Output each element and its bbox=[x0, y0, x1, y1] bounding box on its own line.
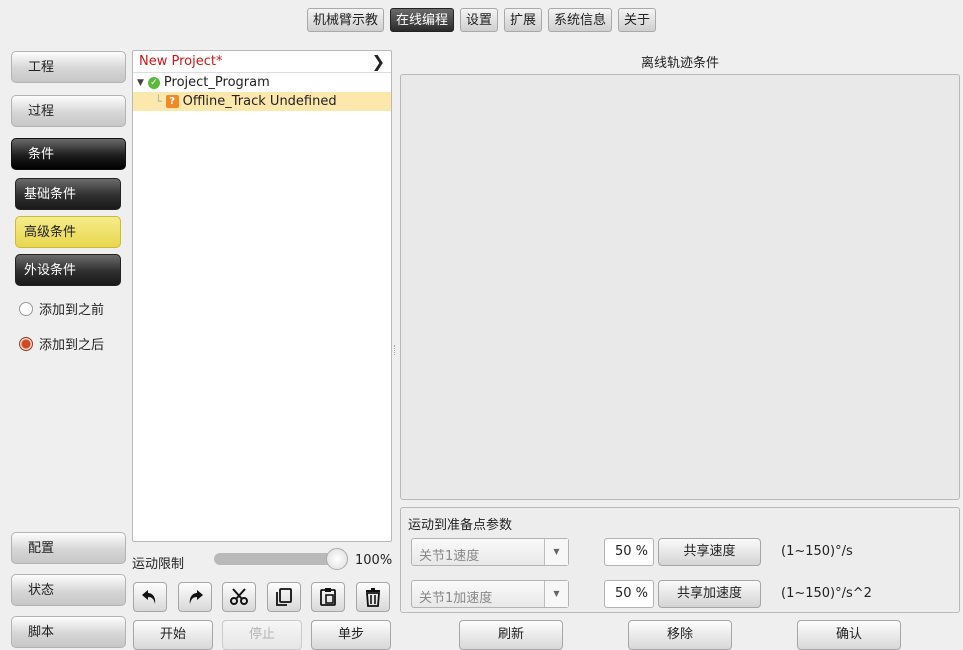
joint-accel-select-value: 关节1加速度 bbox=[419, 591, 493, 606]
step-button[interactable]: 单步 bbox=[311, 620, 391, 650]
peripheral-condition-button[interactable]: 外设条件 bbox=[15, 254, 121, 286]
advanced-condition-button[interactable]: 高级条件 bbox=[15, 216, 121, 248]
question-icon: ? bbox=[165, 95, 179, 108]
basic-condition-button[interactable]: 基础条件 bbox=[15, 178, 121, 210]
tree-node-child[interactable]: └ ? Offline_Track Undefined bbox=[133, 92, 391, 111]
tree-node-child-label: Offline_Track Undefined bbox=[182, 94, 337, 109]
nav-process-button[interactable]: 过程 bbox=[11, 95, 126, 127]
tab-robot-teach[interactable]: 机械臂示教 bbox=[306, 8, 384, 32]
nav-config-button[interactable]: 配置 bbox=[11, 532, 126, 564]
tree-connector-icon: └ bbox=[155, 95, 162, 108]
radio-checked-icon bbox=[19, 336, 33, 351]
refresh-button[interactable]: 刷新 bbox=[459, 620, 563, 650]
confirm-button[interactable]: 确认 bbox=[797, 620, 901, 650]
paste-icon bbox=[320, 588, 336, 606]
motion-limit-value: 100% bbox=[355, 553, 393, 568]
chevron-right-icon[interactable]: ❯ bbox=[372, 52, 385, 71]
project-title: New Project* bbox=[139, 54, 223, 69]
nav-script-button[interactable]: 脚本 bbox=[11, 616, 126, 648]
nav-project-button[interactable]: 工程 bbox=[11, 51, 126, 83]
joint-accel-select[interactable]: 关节1加速度 ▼ bbox=[411, 580, 569, 608]
accel-percent-field[interactable]: 50 % bbox=[604, 580, 654, 608]
tab-online-programming[interactable]: 在线编程 bbox=[389, 8, 454, 32]
joint-speed-select-value: 关节1速度 bbox=[419, 549, 480, 564]
undo-button[interactable] bbox=[133, 582, 167, 612]
speed-range-label: (1~150)°/s bbox=[781, 544, 853, 559]
speed-percent-field[interactable]: 50 % bbox=[604, 538, 654, 566]
radio-unchecked-icon bbox=[19, 301, 33, 316]
add-before-radio[interactable]: 添加到之前 bbox=[19, 299, 104, 318]
redo-icon bbox=[189, 590, 203, 604]
dropdown-arrow-icon[interactable]: ▼ bbox=[544, 581, 568, 607]
condition-panel-title: 离线轨迹条件 bbox=[640, 56, 719, 71]
motion-limit-label: 运动限制 bbox=[132, 557, 185, 572]
remove-button[interactable]: 移除 bbox=[628, 620, 732, 650]
add-after-label: 添加到之后 bbox=[39, 338, 105, 353]
tab-settings[interactable]: 设置 bbox=[459, 8, 498, 32]
nav-condition-button[interactable]: 条件 bbox=[11, 138, 126, 170]
tree-node-root-label: Project_Program bbox=[163, 75, 270, 90]
tab-about[interactable]: 关于 bbox=[618, 8, 657, 32]
accel-range-label: (1~150)°/s^2 bbox=[781, 586, 872, 601]
tree-header[interactable]: New Project* ❯ bbox=[133, 51, 391, 73]
params-title: 运动到准备点参数 bbox=[408, 518, 513, 533]
undo-icon bbox=[142, 590, 156, 604]
dropdown-arrow-icon[interactable]: ▼ bbox=[544, 539, 568, 565]
delete-icon bbox=[366, 588, 380, 607]
nav-status-button[interactable]: 状态 bbox=[11, 574, 126, 606]
cut-icon bbox=[230, 588, 248, 605]
share-speed-button[interactable]: 共享速度 bbox=[658, 538, 761, 566]
stop-button[interactable]: 停止 bbox=[222, 620, 302, 650]
share-accel-button[interactable]: 共享加速度 bbox=[658, 580, 761, 608]
params-panel: 运动到准备点参数 关节1速度 ▼ 50 % 共享速度 (1~150)°/s 关节… bbox=[400, 507, 960, 613]
slider-handle[interactable] bbox=[326, 548, 348, 570]
joint-speed-select[interactable]: 关节1速度 ▼ bbox=[411, 538, 569, 566]
redo-button[interactable] bbox=[178, 582, 212, 612]
condition-panel-area bbox=[400, 74, 960, 500]
motion-limit-slider[interactable] bbox=[214, 548, 348, 570]
expand-triangle-icon[interactable]: ▼ bbox=[137, 78, 144, 88]
check-icon: ✓ bbox=[147, 76, 160, 89]
tab-system-info[interactable]: 系统信息 bbox=[548, 8, 613, 32]
copy-button[interactable] bbox=[267, 582, 301, 612]
top-tab-bar: 机械臂示教 在线编程 设置 扩展 系统信息 关于 bbox=[0, 8, 963, 32]
tree-node-root[interactable]: ▼ ✓ Project_Program bbox=[133, 73, 391, 92]
start-button[interactable]: 开始 bbox=[133, 620, 213, 650]
copy-icon bbox=[276, 588, 292, 606]
delete-button[interactable] bbox=[356, 582, 390, 612]
panel-splitter[interactable] bbox=[394, 345, 397, 355]
cut-button[interactable] bbox=[222, 582, 256, 612]
paste-button[interactable] bbox=[311, 582, 345, 612]
tab-extensions[interactable]: 扩展 bbox=[504, 8, 543, 32]
project-tree-panel: New Project* ❯ ▼ ✓ Project_Program └ ? O… bbox=[132, 50, 392, 542]
add-after-radio[interactable]: 添加到之后 bbox=[19, 334, 104, 353]
add-before-label: 添加到之前 bbox=[39, 303, 105, 318]
